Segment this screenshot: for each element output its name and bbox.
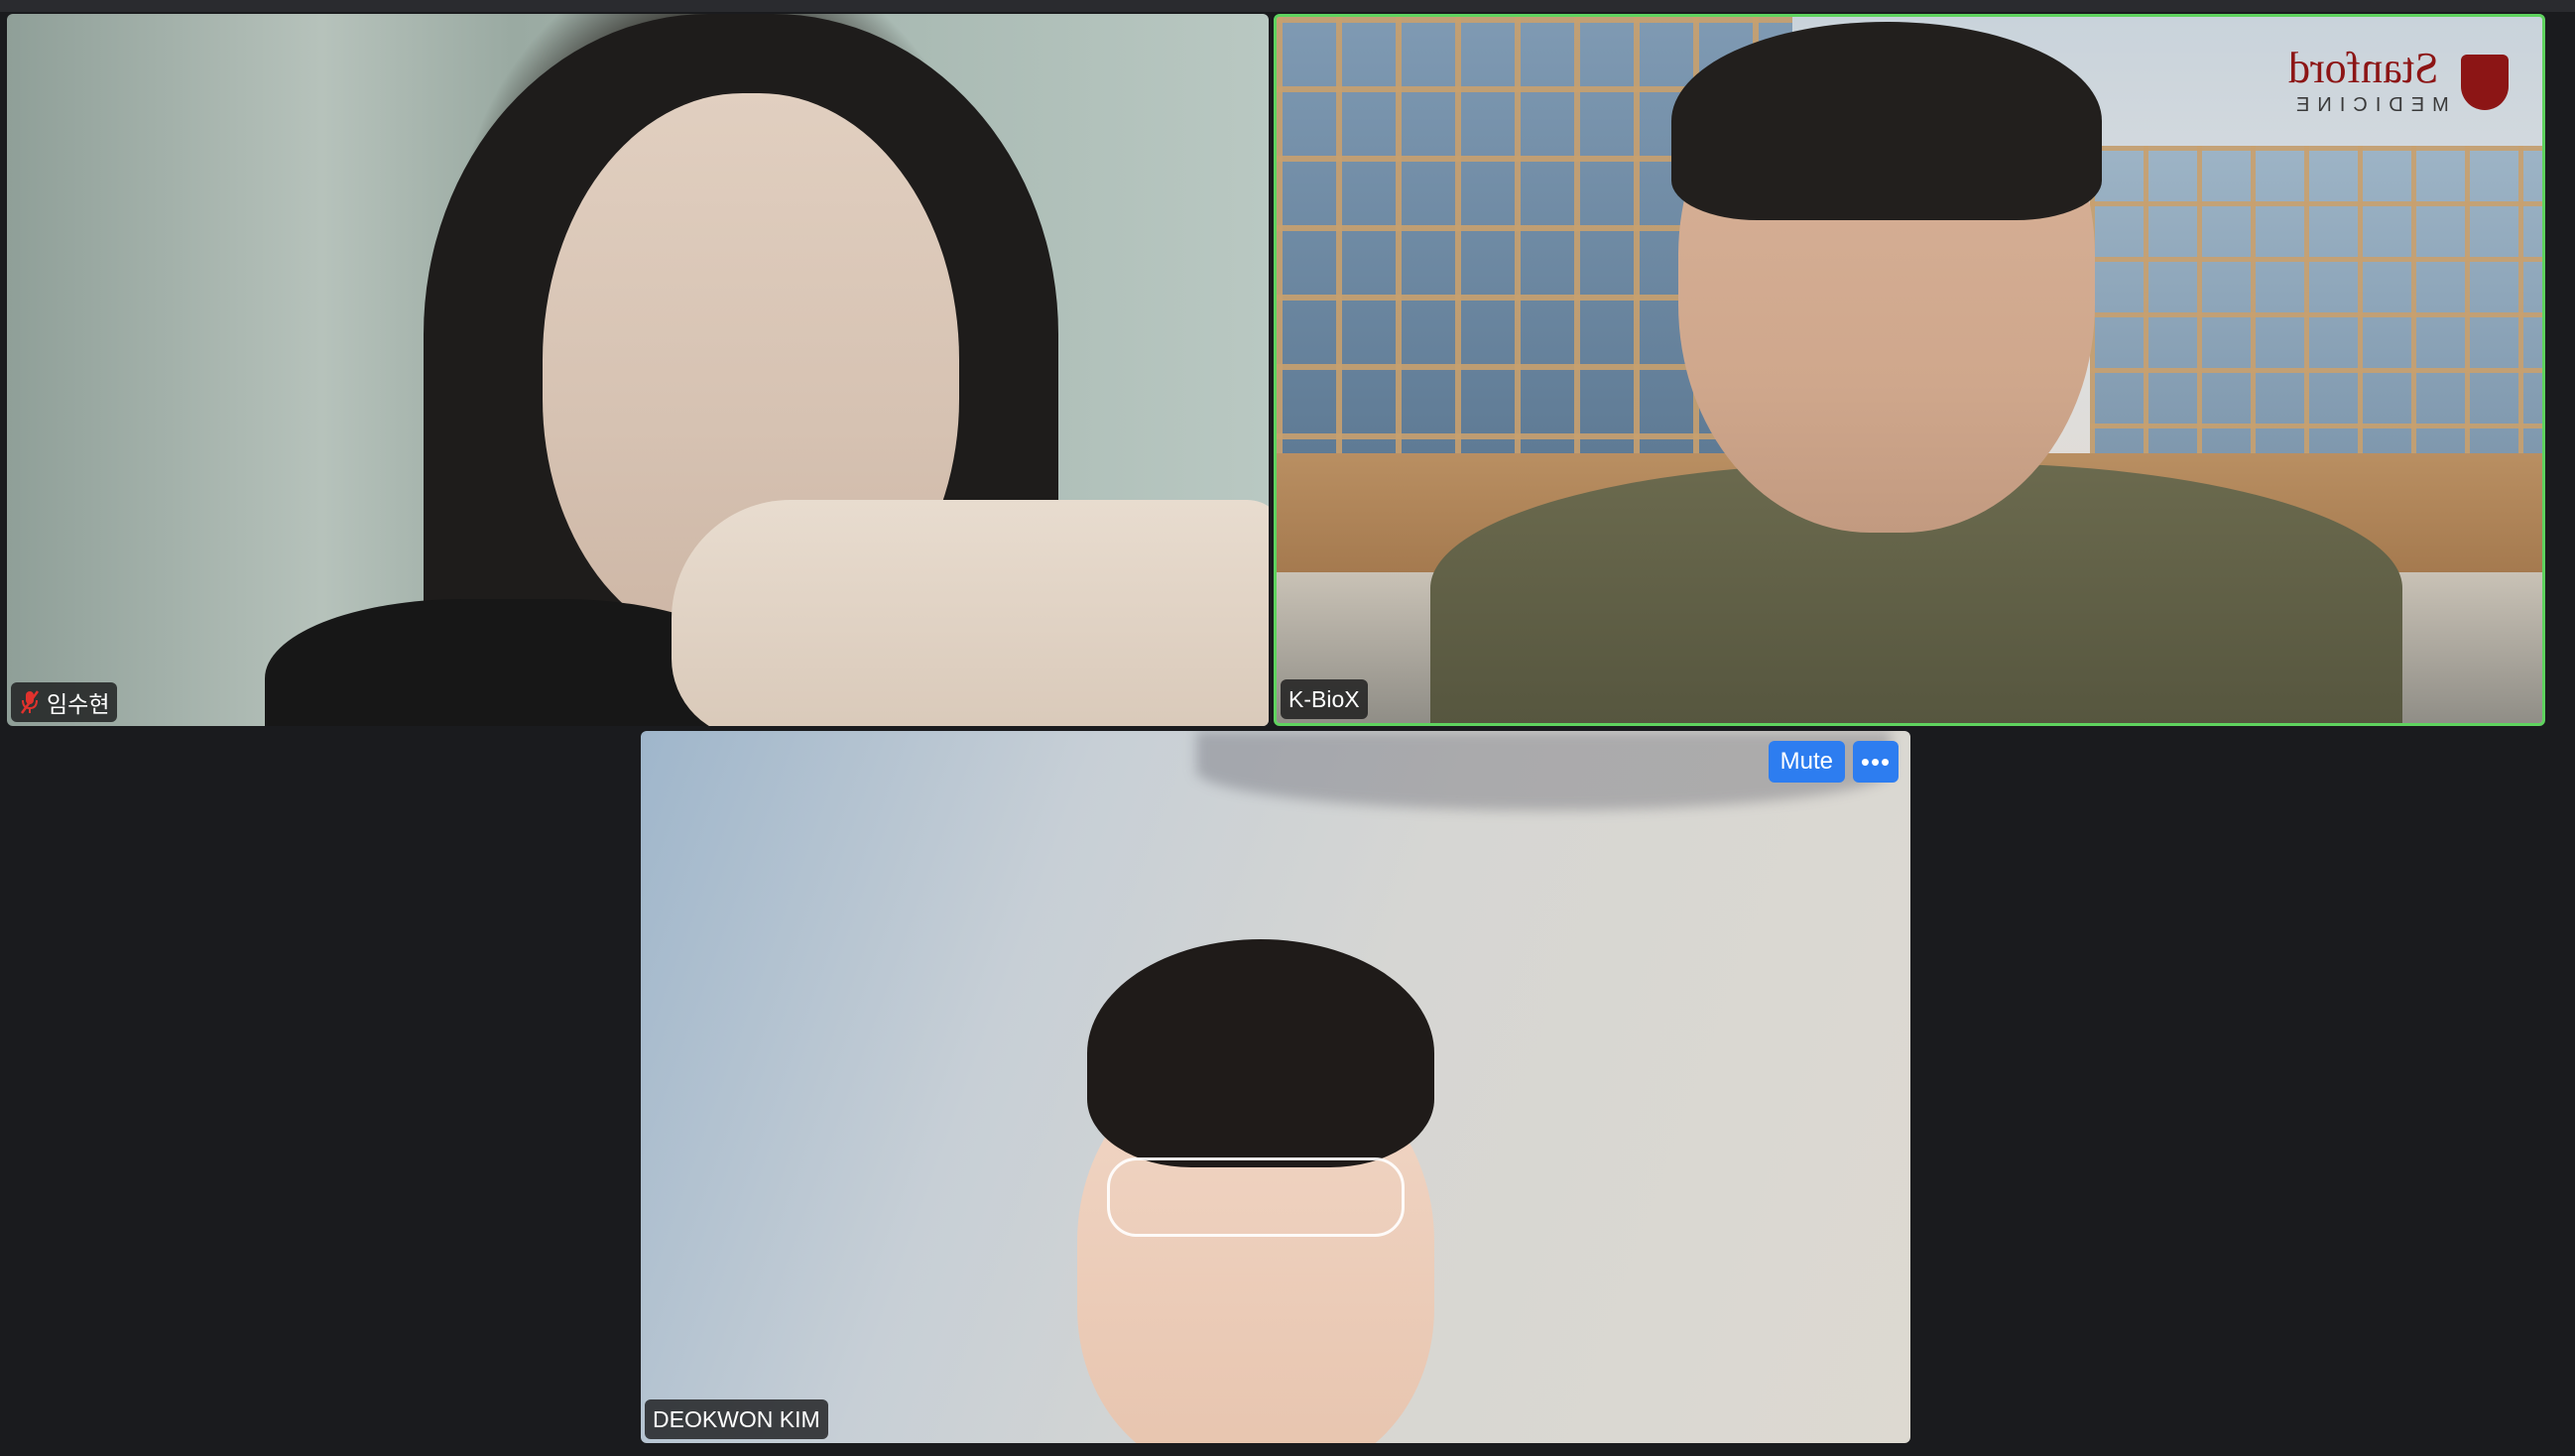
stanford-logo-subword: MEDICINE: [2288, 94, 2449, 116]
participant-video-glasses: [1107, 1157, 1405, 1237]
stanford-logo-text: Stanford MEDICINE: [2288, 44, 2449, 117]
participant-video-hair: [1087, 939, 1434, 1167]
participant-name: K-BioX: [1288, 685, 1360, 712]
mute-participant-button[interactable]: Mute: [1768, 741, 1845, 783]
video-tile-participant-1[interactable]: 임수현: [7, 14, 1269, 726]
participant-video-hair: [1671, 22, 2102, 220]
participant-name: DEOKWON KIM: [653, 1405, 820, 1432]
tile-hover-controls: Mute •••: [1768, 741, 1899, 783]
stanford-shield-icon: [2461, 54, 2509, 110]
video-tile-participant-3[interactable]: Mute ••• DEOKWON KIM: [641, 731, 1910, 1443]
stanford-medicine-logo: Stanford MEDICINE: [2288, 44, 2509, 117]
mic-muted-icon: [20, 690, 40, 714]
participant-name-tag: 임수현: [11, 682, 118, 722]
video-tile-active-speaker[interactable]: Stanford MEDICINE K-BioX: [1274, 14, 2545, 726]
window-top-bar: [0, 0, 2575, 12]
stanford-logo-word: Stanford: [2288, 44, 2439, 92]
virtual-background-building-right: [2090, 146, 2542, 463]
participant-name: 임수현: [47, 691, 110, 717]
more-options-button[interactable]: •••: [1853, 741, 1899, 783]
participant-video-hand: [672, 500, 1269, 726]
participant-name-tag: DEOKWON KIM: [645, 1399, 828, 1439]
participant-name-tag: K-BioX: [1281, 679, 1368, 719]
